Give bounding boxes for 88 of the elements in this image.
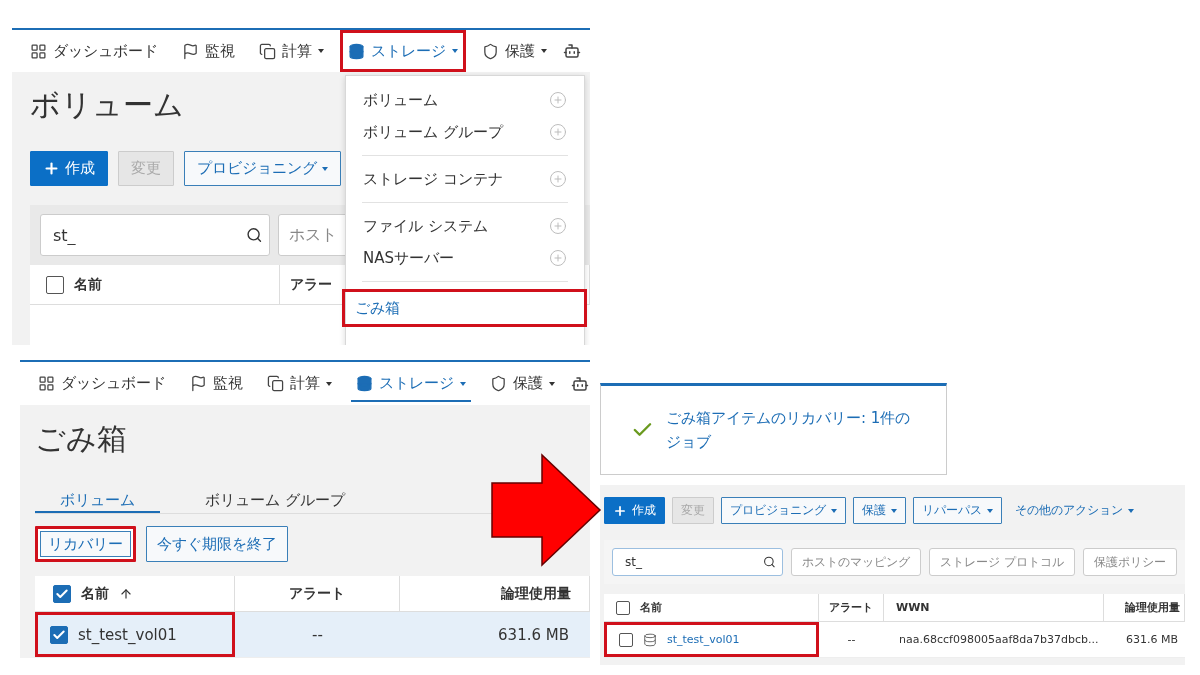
caret-icon bbox=[322, 166, 328, 171]
menu-item[interactable]: ごみ箱 bbox=[342, 289, 587, 327]
search-input[interactable]: st_ bbox=[623, 554, 764, 570]
nav-item[interactable]: 監視 bbox=[182, 362, 251, 405]
column-header[interactable]: 名前 bbox=[81, 584, 109, 603]
add-icon bbox=[549, 170, 567, 188]
caret-icon bbox=[891, 508, 897, 513]
toolbar-button[interactable]: リパーパス bbox=[913, 497, 1002, 524]
nav-item[interactable]: ストレージ bbox=[348, 362, 474, 405]
toolbar-button[interactable]: プロビジョニング bbox=[184, 151, 341, 186]
nav-item[interactable]: 計算 bbox=[259, 362, 340, 405]
search-icon bbox=[763, 555, 777, 569]
database-icon bbox=[356, 375, 373, 392]
filter-field[interactable]: ストレージ プロトコル bbox=[929, 548, 1075, 576]
menu-link[interactable]: その他のアクション bbox=[1009, 497, 1140, 524]
column-header[interactable]: アラート bbox=[289, 584, 345, 603]
table-cell-text: -- bbox=[311, 624, 324, 646]
add-icon bbox=[549, 91, 567, 109]
column-header[interactable]: 論理使用量 bbox=[1125, 600, 1180, 615]
add-icon bbox=[549, 123, 567, 141]
table-cell-text: 631.6 MB bbox=[497, 624, 570, 646]
database-icon bbox=[348, 42, 365, 60]
search-input[interactable]: st_ bbox=[51, 224, 247, 246]
column-header[interactable]: 名前 bbox=[74, 275, 102, 294]
search-field[interactable]: st_ bbox=[40, 214, 270, 256]
document-icon bbox=[259, 42, 276, 60]
add-icon bbox=[549, 217, 567, 235]
checkbox[interactable] bbox=[616, 600, 630, 615]
plus-icon bbox=[43, 160, 60, 177]
nav-item[interactable]: ダッシュボード bbox=[22, 30, 166, 72]
nav-item[interactable]: 計算 bbox=[251, 30, 332, 72]
nav-item[interactable]: 保護 bbox=[474, 30, 555, 72]
menu-item[interactable]: ストレージ コンテナ bbox=[346, 163, 584, 195]
table-cell-text: 631.6 MB bbox=[1124, 632, 1179, 648]
table-cell: st_test_vol01 bbox=[35, 612, 235, 657]
toolbar-button[interactable]: 今すぐ期限を終了 bbox=[146, 526, 288, 562]
shield-icon bbox=[482, 42, 499, 60]
nav-item[interactable]: ダッシュボード bbox=[30, 362, 174, 405]
checkbox[interactable] bbox=[46, 275, 64, 294]
page-title: ごみ箱 bbox=[35, 420, 127, 458]
toolbar-button[interactable]: 作成 bbox=[30, 151, 108, 186]
document-icon bbox=[267, 375, 284, 392]
flag-icon bbox=[190, 375, 207, 392]
checkbox[interactable] bbox=[619, 632, 633, 647]
checkbox[interactable] bbox=[53, 584, 71, 603]
filter-field[interactable]: 保護ポリシー bbox=[1083, 548, 1177, 576]
menu-item[interactable]: ボリューム bbox=[346, 84, 584, 116]
checkbox[interactable] bbox=[50, 625, 68, 644]
menu-item[interactable]: ファイル システム bbox=[346, 210, 584, 242]
grid-icon bbox=[30, 42, 47, 60]
check-icon bbox=[52, 627, 66, 642]
tab[interactable]: ボリューム bbox=[35, 488, 160, 513]
filter-field[interactable]: ホストのマッピング bbox=[791, 548, 922, 576]
column-header[interactable]: WWN bbox=[896, 601, 930, 614]
search-icon bbox=[246, 226, 263, 244]
flag-icon bbox=[182, 42, 199, 60]
column-header[interactable]: 論理使用量 bbox=[501, 584, 571, 603]
shield-icon bbox=[490, 375, 507, 392]
table-cell-text: -- bbox=[846, 632, 857, 648]
tab[interactable]: ボリューム グループ bbox=[180, 488, 370, 513]
caret-icon bbox=[831, 508, 837, 513]
table-row[interactable]: st_test_vol01 -- 631.6 MB bbox=[35, 612, 590, 658]
menu-item[interactable]: ボリューム グループ bbox=[346, 116, 584, 148]
caret-icon bbox=[987, 508, 993, 513]
plus-icon bbox=[613, 503, 627, 518]
column-header[interactable]: 名前 bbox=[640, 600, 662, 615]
column-header[interactable]: アラート bbox=[829, 600, 873, 615]
nav-item[interactable]: 保護 bbox=[482, 362, 563, 405]
database-icon bbox=[643, 632, 657, 647]
toolbar-button[interactable]: リカバリー bbox=[35, 526, 136, 562]
caret-icon bbox=[1128, 508, 1134, 513]
notification-text: ごみ箱アイテムのリカバリー: 1件のジョブ bbox=[665, 408, 912, 453]
table-cell-text: naa.68ccf098005aaf8da7b37dbcb... bbox=[898, 632, 1100, 648]
column-header[interactable]: アラー bbox=[290, 275, 332, 294]
toolbar-button[interactable]: プロビジョニング bbox=[721, 497, 846, 524]
page-title: ボリューム bbox=[30, 86, 184, 124]
toolbar-button[interactable]: 作成 bbox=[604, 497, 665, 524]
search-field[interactable]: st_ bbox=[612, 548, 784, 576]
filter-field[interactable]: ホスト bbox=[278, 214, 348, 256]
nav-item[interactable]: 監視 bbox=[174, 30, 243, 72]
arrow-icon bbox=[491, 453, 602, 567]
check-icon bbox=[55, 586, 69, 601]
grid-icon bbox=[38, 375, 55, 392]
sort-arrow-icon bbox=[119, 586, 133, 601]
menu-item[interactable]: NASサーバー bbox=[346, 242, 584, 274]
volume-link[interactable]: st_test_vol01 bbox=[667, 633, 740, 646]
add-icon bbox=[549, 249, 567, 267]
toolbar-button[interactable]: 保護 bbox=[853, 497, 906, 524]
